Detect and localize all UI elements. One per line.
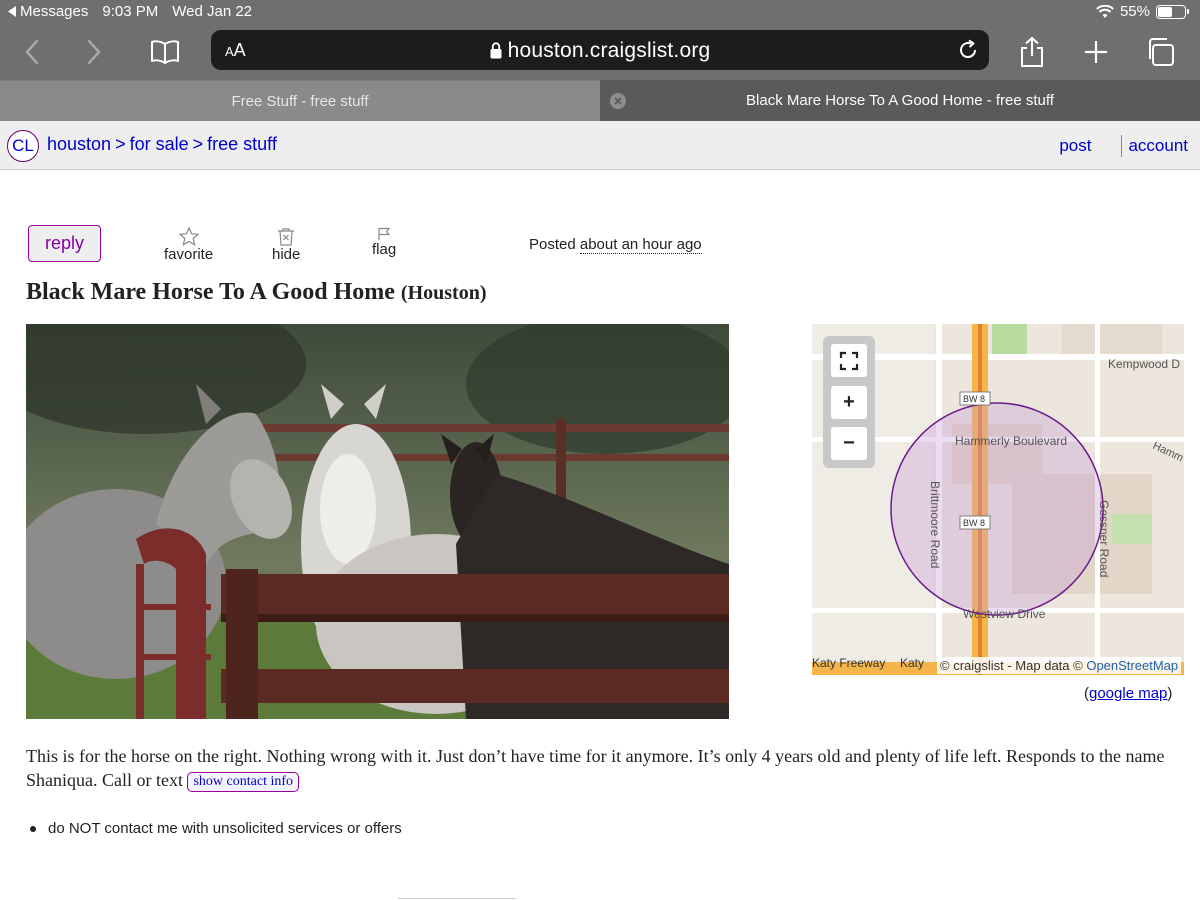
- bookmarks-button[interactable]: [145, 32, 185, 72]
- favorite-label: favorite: [164, 246, 214, 263]
- bullet: [30, 825, 36, 832]
- fullscreen-icon: [839, 351, 859, 370]
- breadcrumb-houston[interactable]: houston: [47, 134, 111, 154]
- trash-icon: [278, 228, 295, 246]
- tab-free-stuff[interactable]: Free Stuff - free stuff: [0, 80, 600, 121]
- forward-button[interactable]: [74, 32, 114, 72]
- back-button[interactable]: [12, 32, 52, 72]
- map-attribution: © craigslist - Map data © OpenStreetMap: [937, 657, 1182, 674]
- close-tab-button[interactable]: [610, 93, 626, 109]
- craigslist-logo[interactable]: CL: [7, 130, 39, 162]
- horses-photo: [26, 324, 729, 719]
- flag-icon: [378, 227, 391, 240]
- back-triangle-icon: [8, 6, 16, 17]
- new-tab-button[interactable]: [1076, 32, 1116, 72]
- fullscreen-button[interactable]: [831, 344, 867, 377]
- ios-status-bar: Messages 9:03 PM Wed Jan 22 55%: [0, 0, 1200, 24]
- flag-label: flag: [372, 241, 397, 258]
- plus-icon: [1085, 41, 1107, 63]
- url-field[interactable]: houston.craigslist.org: [211, 39, 989, 63]
- google-map: (google map): [1084, 685, 1172, 702]
- back-app-label: Messages: [20, 3, 89, 20]
- craigslist-header: CL houston > for sale > free stuff post acco…: [0, 121, 1200, 170]
- map-label-hammerly: Hammerly Boulevard: [955, 434, 1067, 448]
- wifi-icon: [1096, 4, 1114, 18]
- battery-icon: [1156, 4, 1189, 19]
- map-label-kempwood: Kempwood D: [1108, 357, 1180, 371]
- posted-ago: about an hour ago: [579, 236, 702, 254]
- hide-button[interactable]: hide: [272, 227, 300, 263]
- openstreetmap-link[interactable]: OpenStreetMap: [1086, 658, 1178, 673]
- posting-photo[interactable]: [26, 324, 729, 719]
- reply-button[interactable]: reply: [28, 225, 101, 262]
- notices-list: do NOT contact me with unsolicited servi…: [30, 820, 402, 837]
- posted-info: Posted about an hour ago: [529, 236, 702, 254]
- tab-black-mare[interactable]: Black Mare Horse To A Good Home - free s…: [600, 80, 1200, 121]
- post-link[interactable]: post: [1059, 136, 1091, 156]
- address-bar[interactable]: AA houston.craigslist.org: [211, 30, 989, 70]
- tabs-overview-button[interactable]: [1140, 32, 1180, 72]
- breadcrumb: houston > for sale > free stuff: [47, 134, 277, 155]
- reload-icon: [960, 39, 977, 59]
- zoom-out-button[interactable]: −: [831, 427, 867, 460]
- breadcrumb-separator: >: [115, 134, 126, 154]
- tabs-icon: [1149, 38, 1174, 66]
- account-link[interactable]: account: [1128, 136, 1188, 156]
- posting-title: Black Mare Horse To A Good Home (Houston…: [26, 279, 486, 306]
- posting-map[interactable]: BW 8 BW 8 Kempwood D Hammerly Boulevard …: [812, 324, 1184, 675]
- map-label-katy: Katy: [900, 656, 924, 670]
- posting-location: (Houston): [400, 282, 487, 304]
- breadcrumb-for-sale[interactable]: for sale: [130, 134, 189, 154]
- posting-body: This is for the horse on the right. Noth…: [26, 744, 1176, 792]
- star-icon: [178, 227, 199, 246]
- map-label-katy-freeway: Katy Freeway: [812, 656, 885, 670]
- chevron-left-icon: [25, 39, 39, 65]
- notice-item: do NOT contact me with unsolicited servi…: [48, 820, 402, 837]
- header-links: post account: [1059, 135, 1188, 157]
- posting-title-text: Black Mare Horse To A Good Home: [26, 279, 395, 305]
- browser-toolbar: AA houston.craigslist.org: [0, 24, 1200, 80]
- map-label-bw8-mid: BW 8: [963, 518, 985, 528]
- map-credit-text: © craigslist - Map data ©: [940, 658, 1083, 673]
- header-divider: [1121, 135, 1123, 157]
- share-icon: [1021, 36, 1043, 67]
- tab-label: Black Mare Horse To A Good Home - free s…: [746, 92, 1054, 109]
- battery-fill: [1158, 6, 1173, 17]
- reload-button[interactable]: [957, 39, 979, 66]
- favorite-button[interactable]: favorite: [164, 227, 213, 263]
- hide-label: hide: [272, 246, 301, 263]
- map-label-bw8-top: BW 8: [963, 394, 985, 404]
- status-time: 9:03 PM: [102, 3, 159, 20]
- back-to-messages[interactable]: Messages: [8, 3, 88, 20]
- google-map-link[interactable]: google map: [1089, 685, 1167, 702]
- lock-icon: [490, 42, 502, 59]
- breadcrumb-free-stuff[interactable]: free stuff: [207, 134, 277, 154]
- map-controls: + −: [823, 336, 875, 468]
- breadcrumb-separator: >: [192, 134, 204, 154]
- posted-label: Posted: [529, 236, 576, 253]
- share-button[interactable]: [1012, 32, 1052, 72]
- status-date: Wed Jan 22: [172, 3, 253, 20]
- map-label-brittmoore: Brittmoore Road: [928, 481, 942, 568]
- google-map-paren-close: ): [1167, 685, 1173, 702]
- show-contact-info-button[interactable]: show contact info: [187, 772, 300, 792]
- zoom-in-button[interactable]: +: [831, 386, 867, 419]
- flag-button[interactable]: flag: [372, 227, 396, 258]
- tab-strip: Free Stuff - free stuff Black Mare Horse…: [0, 80, 1200, 121]
- book-icon: [151, 40, 179, 64]
- map-label-gessner: Gessner Road: [1097, 500, 1111, 577]
- chevron-right-icon: [87, 39, 101, 65]
- tab-label: Free Stuff - free stuff: [231, 92, 369, 110]
- battery-percent: 55%: [1119, 3, 1150, 20]
- footer-divider: [398, 898, 516, 899]
- close-icon: [614, 97, 622, 105]
- map-label-westview: Westview Drive: [963, 607, 1046, 621]
- url-text: houston.craigslist.org: [507, 39, 711, 62]
